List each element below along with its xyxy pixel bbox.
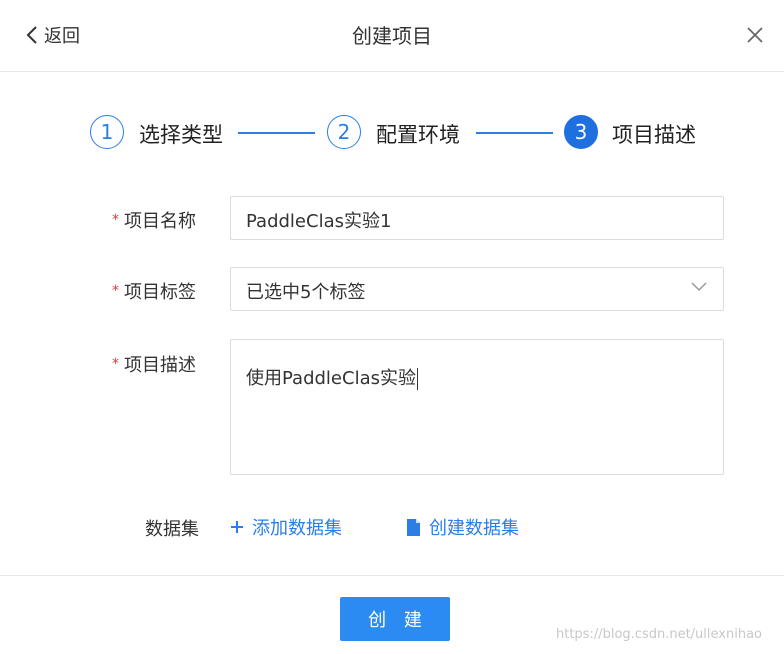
step-1-label: 选择类型 [139,123,223,147]
dataset-label: 数据集 [145,519,199,540]
desc-label: * 项目描述 [112,351,196,377]
project-name-value: PaddleClas实验1 [246,211,392,232]
watermark: https://blog.csdn.net/ullexnihao [556,627,762,642]
required-mark: * [112,356,119,372]
step-2-number: 2 [327,115,361,149]
create-button[interactable]: 创 建 [340,597,450,641]
name-label-text: 项目名称 [124,211,196,232]
project-name-input[interactable]: PaddleClas实验1 [230,196,724,240]
plus-icon [231,521,243,533]
text-caret [416,368,418,390]
file-icon [407,518,420,536]
dialog-title: 创建项目 [352,24,432,48]
close-button[interactable] [745,25,765,45]
name-label: * 项目名称 [112,207,196,233]
add-dataset-link[interactable]: 添加数据集 [230,514,342,540]
step-connector [238,132,315,134]
dialog-header: 返回 创建项目 [0,0,784,72]
step-3-number: 3 [564,115,598,149]
tags-label-text: 项目标签 [124,282,196,303]
step-1-number: 1 [90,115,124,149]
add-dataset-label: 添加数据集 [252,518,342,539]
chevron-down-icon [691,282,707,292]
create-dataset-label: 创建数据集 [429,518,519,539]
close-icon [747,27,763,43]
project-tags-value: 已选中5个标签 [246,282,366,303]
desc-label-text: 项目描述 [124,355,196,376]
step-connector [476,132,553,134]
required-mark: * [112,283,119,299]
project-description-textarea[interactable]: 使用PaddleClas实验 [230,339,724,475]
tags-label: * 项目标签 [112,278,196,304]
create-dataset-link[interactable]: 创建数据集 [406,514,519,540]
step-2-label: 配置环境 [376,123,460,147]
project-tags-select[interactable]: 已选中5个标签 [230,267,724,311]
step-3-label: 项目描述 [612,123,696,147]
project-description-value: 使用PaddleClas实验 [246,368,416,389]
footer-divider [0,575,784,576]
required-mark: * [112,212,119,228]
